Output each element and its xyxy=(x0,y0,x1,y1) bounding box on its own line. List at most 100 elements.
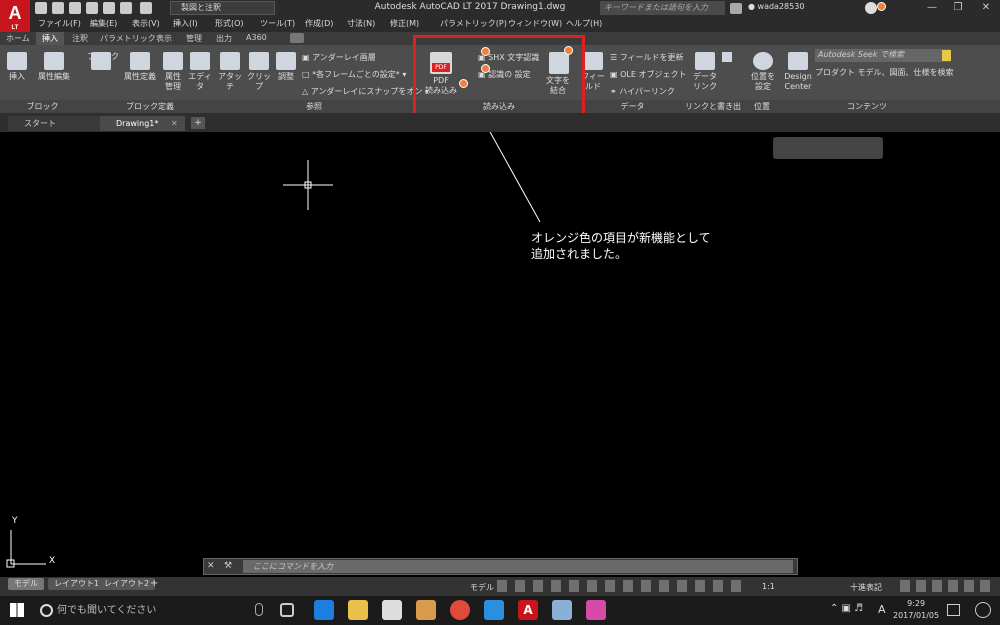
insert-button[interactable]: 挿入 xyxy=(3,52,31,82)
close-tab-icon[interactable]: ✕ xyxy=(171,119,178,128)
tab-model[interactable]: モデル xyxy=(8,578,44,590)
search-input[interactable]: キーワードまたは語句を入力 xyxy=(600,1,725,15)
panel-label-location[interactable]: 位置 xyxy=(744,101,780,112)
open-icon[interactable] xyxy=(52,2,64,14)
user-account[interactable]: ● wada28530 xyxy=(748,2,804,11)
clip-button[interactable]: クリップ xyxy=(245,52,273,92)
command-input[interactable]: ここにコマンドを入力 xyxy=(243,560,793,573)
panel-label-content[interactable]: コンテンツ xyxy=(782,101,952,112)
plot-icon[interactable] xyxy=(103,2,115,14)
menu-item[interactable]: 作成(D) xyxy=(305,18,333,29)
microphone-icon[interactable] xyxy=(255,603,263,616)
annotation-scale[interactable]: 1:1 xyxy=(762,582,775,591)
model-space-toggle[interactable]: モデル xyxy=(470,582,494,593)
menu-item[interactable]: 表示(V) xyxy=(132,18,160,29)
ribbon-tab[interactable]: 出力 xyxy=(216,33,232,44)
manage-attribute-button[interactable]: 属性 管理 xyxy=(160,52,186,92)
extract-data-icon[interactable] xyxy=(722,52,732,62)
edge-icon[interactable] xyxy=(314,600,334,620)
ole-object-button[interactable]: ▣ OLE オブジェクト xyxy=(610,69,686,80)
underlay-layers-button[interactable]: ▣ アンダーレイ画層 xyxy=(302,52,376,63)
close-command-icon[interactable]: ✕ xyxy=(207,561,215,571)
chrome-icon[interactable] xyxy=(450,600,470,620)
notification-icon[interactable] xyxy=(877,2,886,11)
frame-setting-dropdown[interactable]: □ *各フレームごとの設定* ▾ xyxy=(302,69,406,80)
block-editor-button[interactable]: エディタ xyxy=(186,52,214,92)
design-center-button[interactable]: Design Center xyxy=(782,52,814,92)
save-as-icon[interactable] xyxy=(86,2,98,14)
menu-item[interactable]: 編集(E) xyxy=(90,18,117,29)
menu-item[interactable]: 寸法(N) xyxy=(347,18,375,29)
menu-item[interactable]: 修正(M) xyxy=(390,18,419,29)
seek-search-icon[interactable] xyxy=(942,50,951,61)
notification-tray-icon[interactable] xyxy=(975,602,991,618)
menu-item[interactable]: 形式(O) xyxy=(215,18,244,29)
panel-label-block-definition[interactable]: ブロック定義 xyxy=(85,101,215,112)
taskbar-search[interactable]: 何でも聞いてください xyxy=(35,596,275,625)
windows-start-icon[interactable] xyxy=(10,603,24,617)
ie-icon[interactable] xyxy=(484,600,504,620)
attach-button[interactable]: アタッチ xyxy=(215,52,245,92)
system-clock[interactable]: 9:29 2017/01/05 xyxy=(893,598,939,622)
menu-item[interactable]: ウィンドウ(W) xyxy=(508,18,562,29)
menu-item[interactable]: パラメトリック(P) xyxy=(440,18,507,29)
update-fields-button[interactable]: ☰ フィールドを更新 xyxy=(610,52,684,63)
status-settings-icons[interactable] xyxy=(900,580,995,592)
seek-search-input[interactable]: Autodesk Seek で検索 xyxy=(815,49,950,62)
ribbon-tab[interactable]: 挿入 xyxy=(36,32,64,45)
action-center-icon[interactable] xyxy=(947,604,960,616)
units-display[interactable]: 十進表記 xyxy=(850,582,882,593)
ribbon-tab[interactable]: 表示 xyxy=(156,33,172,44)
define-attribute-button[interactable]: 属性定義 xyxy=(122,52,158,82)
tab-layout1[interactable]: レイアウト1 xyxy=(48,578,106,590)
ribbon-tab[interactable]: A360 xyxy=(246,33,267,42)
paint-icon[interactable] xyxy=(552,600,572,620)
save-icon[interactable] xyxy=(69,2,81,14)
edit-attribute-button[interactable]: 属性編集 xyxy=(35,52,73,82)
panel-label-data[interactable]: データ xyxy=(585,101,680,112)
hyperlink-button[interactable]: ⚭ ハイパーリンク xyxy=(610,86,675,97)
ribbon-tab[interactable]: パラメトリック xyxy=(100,33,156,44)
hpb-icon[interactable] xyxy=(586,600,606,620)
cortana-icon xyxy=(40,604,53,617)
workspace-dropdown[interactable]: 製図と注釈 xyxy=(170,1,275,15)
ucs-y-label: Y xyxy=(12,516,18,526)
store-icon[interactable] xyxy=(382,600,402,620)
wrench-icon[interactable]: ⚒ xyxy=(224,561,232,571)
close-icon[interactable]: ✕ xyxy=(972,0,1000,17)
minimize-icon[interactable]: — xyxy=(918,0,946,17)
help-icon[interactable] xyxy=(865,2,877,14)
binoculars-icon[interactable] xyxy=(730,3,742,14)
menu-item[interactable]: ヘルプ(H) xyxy=(566,18,602,29)
redo-icon[interactable] xyxy=(140,2,152,14)
tray-icons[interactable]: ⌃ ▣ ♬ xyxy=(830,603,863,614)
file-explorer-icon[interactable] xyxy=(348,600,368,620)
add-layout-icon[interactable]: + xyxy=(150,578,158,589)
new-icon[interactable] xyxy=(35,2,47,14)
set-location-button[interactable]: 位置を 設定 xyxy=(748,52,778,92)
tab-layout2[interactable]: レイアウト2 xyxy=(98,578,156,590)
ime-indicator[interactable]: A xyxy=(878,603,886,616)
ribbon-tab[interactable]: ホーム xyxy=(6,33,30,44)
media-player-icon[interactable] xyxy=(416,600,436,620)
ribbon-tab[interactable]: 注釈 xyxy=(72,33,88,44)
ribbon-tab[interactable]: 管理 xyxy=(186,33,202,44)
data-link-button[interactable]: データ リンク xyxy=(688,52,722,92)
new-tab-icon[interactable]: + xyxy=(191,117,205,129)
menu-item[interactable]: ファイル(F) xyxy=(38,18,81,29)
menu-item[interactable]: 挿入(I) xyxy=(173,18,198,29)
panel-label-block[interactable]: ブロック xyxy=(0,101,85,112)
adjust-button[interactable]: 調整 xyxy=(273,52,299,82)
task-view-icon[interactable] xyxy=(280,603,294,617)
panel-label-reference[interactable]: 参照 xyxy=(215,101,413,112)
app-menu-button[interactable]: A LT xyxy=(0,0,30,33)
tab-start[interactable]: スタート xyxy=(8,116,100,131)
menu-item[interactable]: ツール(T) xyxy=(260,18,295,29)
undo-icon[interactable] xyxy=(120,2,132,14)
tab-options-icon[interactable] xyxy=(290,33,304,43)
status-toggle-icons[interactable] xyxy=(497,580,747,592)
window-title: Autodesk AutoCAD LT 2017 Drawing1.dwg xyxy=(374,2,566,12)
underlay-snap-dropdown[interactable]: △ アンダーレイにスナップをオン ▾ xyxy=(302,86,429,97)
autocad-taskbar-icon[interactable]: A xyxy=(518,600,538,620)
maximize-icon[interactable]: ❐ xyxy=(944,0,972,17)
